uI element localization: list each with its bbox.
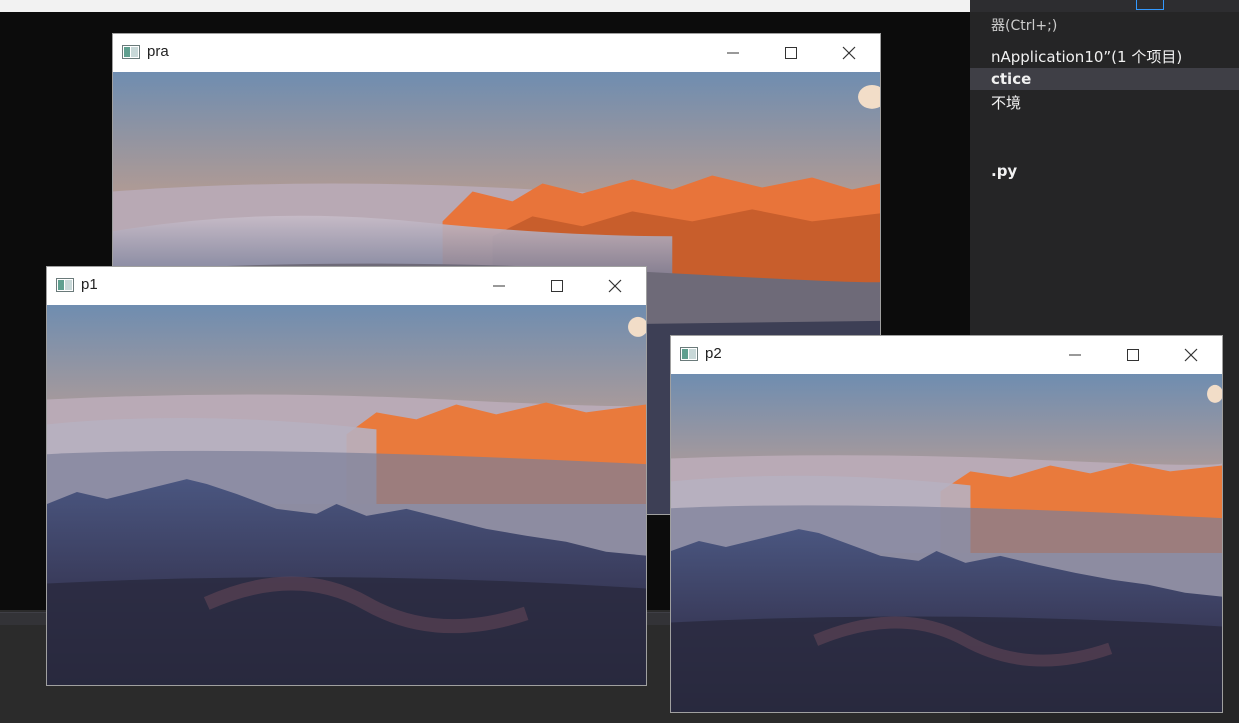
window-titlebar[interactable]: p1 [47,267,646,305]
solution-explorer-toolbar [970,0,1239,12]
minimize-button[interactable] [1046,336,1104,374]
window-title: p2 [705,345,722,362]
minimize-icon [727,52,739,54]
window-title: p1 [81,276,98,293]
maximize-icon [1127,349,1139,361]
window-p1[interactable]: p1 [46,266,647,686]
maximize-icon [785,47,797,59]
close-icon [608,279,622,293]
minimize-button[interactable] [704,34,762,72]
minimize-icon [1069,354,1081,356]
maximize-button[interactable] [528,267,586,305]
maximize-button[interactable] [762,34,820,72]
close-button[interactable] [1162,336,1220,374]
app-window-icon [122,45,140,59]
solution-tree-item[interactable]: .py [991,162,1017,180]
solution-tree-item[interactable]: ctice [991,70,1031,88]
console-title-strip [0,0,970,12]
window-titlebar[interactable]: p2 [671,336,1222,374]
close-button[interactable] [820,34,878,72]
close-icon [842,46,856,60]
app-window-icon [56,278,74,292]
window-p2[interactable]: p2 [670,335,1223,713]
solution-explorer-search[interactable]: 器(Ctrl+;) [991,14,1239,38]
window-title: pra [147,43,169,60]
close-icon [1184,348,1198,362]
window-titlebar[interactable]: pra [113,34,880,72]
app-window-icon [680,347,698,361]
maximize-button[interactable] [1104,336,1162,374]
solution-tree-item[interactable]: 不境 [991,92,1021,113]
badlands-sunrise-photo-blended [671,374,1222,712]
minimize-button[interactable] [470,267,528,305]
maximize-icon [551,280,563,292]
minimize-icon [493,285,505,287]
close-button[interactable] [586,267,644,305]
toolbar-active-button[interactable] [1136,0,1164,10]
solution-tree-item[interactable]: nApplication10”(1 个项目) [991,46,1182,67]
badlands-sunrise-photo-blended [47,305,646,685]
